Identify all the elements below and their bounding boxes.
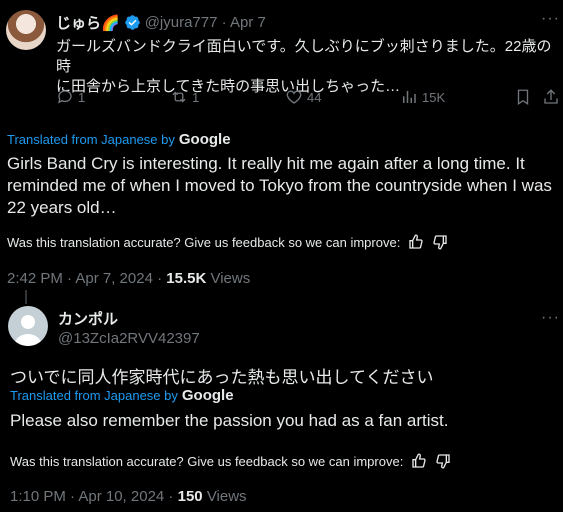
display-name[interactable]: カンポル [58,308,118,329]
feedback-text: Was this translation accurate? Give us f… [10,453,404,469]
thumbs-down-icon[interactable] [435,453,451,469]
tweet-timestamp[interactable]: 2:42 PM · Apr 7, 2024 · 15.5K Views [7,270,250,287]
like-button[interactable]: 44 [285,88,321,106]
reply-button[interactable]: 1 [56,88,85,106]
bookmark-button[interactable] [514,88,532,106]
thumbs-up-icon[interactable] [408,234,424,250]
repost-icon [172,91,186,103]
translation-text: Please also remember the passion you had… [10,411,449,430]
heart-icon [286,90,302,104]
thumbs-up-icon[interactable] [411,453,427,469]
translated-text: Translated from Japanese by [10,388,178,403]
thumbs-down-icon[interactable] [432,234,448,250]
repost-button[interactable]: 1 [170,88,199,106]
tweet-text: ついでに同人作家時代にあった熱も思い出してください [10,368,434,387]
views-count: 15K [422,89,446,105]
translation-feedback: Was this translation accurate? Give us f… [7,234,448,250]
handle-date[interactable]: @jyura777 · Apr 7 [145,14,266,31]
reply-icon [57,90,72,104]
view-count: 15.5K [166,270,207,287]
timestamp-text: 2:42 PM · Apr 7, 2024 · [7,270,163,287]
tweet-text-line: ガールズバンドクライ面白いです。久しぶりにブッ刺さりました。22歳の時 [56,38,552,75]
more-icon[interactable]: ··· [541,309,560,327]
reply-count: 1 [78,89,86,105]
like-count: 44 [307,89,322,105]
views-label: Views [206,488,247,505]
feedback-text: Was this translation accurate? Give us f… [7,234,401,250]
share-icon [544,89,558,104]
timestamp-text: 1:10 PM · Apr 10, 2024 · [10,488,174,505]
tweet-timestamp[interactable]: 1:10 PM · Apr 10, 2024 · 150 Views [10,488,247,505]
translated-from-label[interactable]: Translated from Japanese by Google [10,387,234,404]
translated-from-label[interactable]: Translated from Japanese by Google [7,131,231,148]
more-icon[interactable]: ··· [541,10,560,28]
views-button[interactable]: 15K [400,88,445,106]
avatar[interactable] [8,306,48,346]
display-name[interactable]: じゅら🌈 [56,12,120,33]
translation-line: 22 years old… [7,198,117,217]
tweet-header: じゅら🌈 @jyura777 · Apr 7 [56,12,266,33]
bookmark-icon [517,89,529,106]
default-avatar-icon [14,315,42,346]
google-logo: Google [181,387,234,404]
thread-connector [25,290,27,304]
repost-count: 1 [192,89,200,105]
share-button[interactable] [542,88,560,106]
views-label: Views [210,270,251,287]
translated-text: Translated from Japanese by [7,132,175,147]
views-chart-icon [403,91,416,103]
translation-feedback: Was this translation accurate? Give us f… [10,453,451,469]
google-logo: Google [178,131,231,148]
handle[interactable]: @13ZcIa2RVV42397 [58,330,200,347]
view-count: 150 [177,488,203,505]
translation-line: reminded me of when I moved to Tokyo fro… [7,176,552,195]
translation-line: Girls Band Cry is interesting. It really… [7,154,525,173]
avatar[interactable] [6,10,46,50]
translation-text: Girls Band Cry is interesting. It really… [7,153,557,219]
verified-badge-icon [124,14,141,31]
